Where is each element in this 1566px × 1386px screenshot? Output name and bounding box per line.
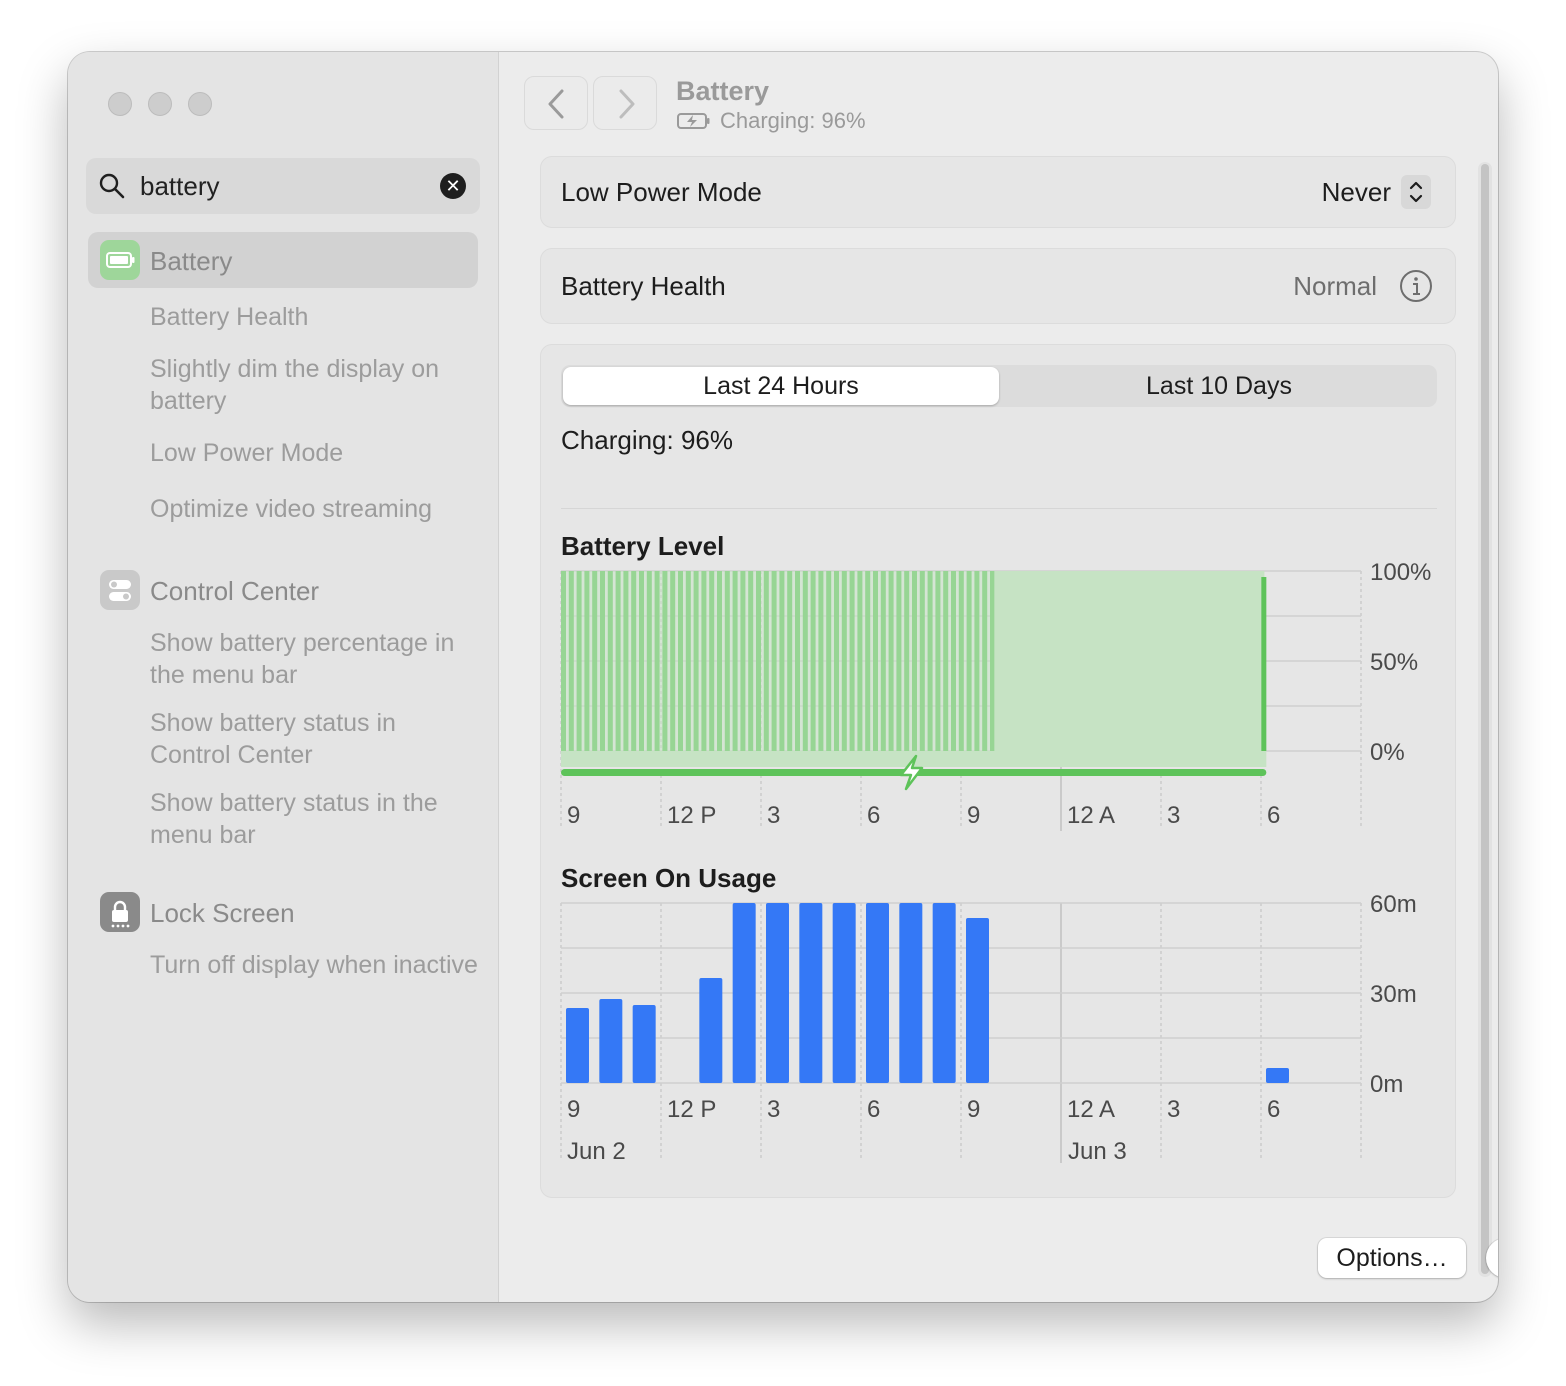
x-tick-label: 12 A — [1067, 1096, 1115, 1123]
lock-screen-icon — [100, 892, 140, 932]
y-tick-label: 60m — [1370, 891, 1417, 918]
minimize-window-button[interactable] — [148, 92, 172, 116]
battery-level-title: Battery Level — [561, 531, 724, 561]
x-tick-label: 12 P — [667, 1096, 716, 1123]
date-label: Jun 3 — [1068, 1138, 1127, 1165]
x-tick-label: 9 — [567, 802, 580, 829]
y-tick-label: 0m — [1370, 1071, 1403, 1098]
sidebar-item-battery[interactable] — [88, 232, 478, 288]
screen-usage-y-ticks: 60m 30m 0m — [1370, 891, 1417, 1098]
usage-bar — [632, 1005, 656, 1083]
forward-button[interactable] — [593, 76, 657, 130]
scroll-thumb[interactable] — [1481, 164, 1489, 1274]
charging-battery-icon — [677, 112, 711, 135]
sidebar-subitem-status-menu-bar[interactable]: Show battery status in the menu bar — [150, 787, 480, 851]
search-icon — [98, 172, 126, 205]
chevron-left-icon — [548, 89, 564, 119]
battery-health-value: Normal — [1293, 271, 1377, 301]
search-input[interactable]: battery — [140, 171, 220, 202]
x-tick-label: 6 — [867, 1096, 880, 1123]
close-window-button[interactable] — [108, 92, 132, 116]
chevron-right-icon — [619, 89, 635, 119]
usage-bar — [932, 903, 956, 1083]
info-icon[interactable] — [1399, 269, 1433, 308]
scrollbar[interactable] — [1478, 162, 1492, 1277]
battery-level-area — [994, 571, 1265, 751]
sidebar-subitem-low-power[interactable]: Low Power Mode — [150, 437, 480, 469]
settings-window: battery ✕ Battery Battery Health Slightl… — [68, 52, 1498, 1302]
x-tick-label: 9 — [567, 1096, 580, 1123]
page-title: Battery — [676, 76, 770, 106]
battery-icon — [100, 240, 140, 280]
chevron-up-down-icon — [1401, 175, 1431, 209]
x-tick-label: 6 — [1267, 802, 1280, 829]
sidebar: battery ✕ Battery Battery Health Slightl… — [68, 52, 499, 1302]
usage-bar — [566, 1008, 589, 1083]
sidebar-subitem-battery-health[interactable]: Battery Health — [150, 301, 480, 333]
battery-health-row: Battery Health Normal — [540, 248, 1456, 324]
x-tick-label: 3 — [767, 1096, 780, 1123]
x-tick-label: 9 — [967, 802, 980, 829]
x-tick-label: 12 P — [667, 802, 716, 829]
low-power-label: Low Power Mode — [561, 177, 762, 207]
x-tick-label: 9 — [967, 1096, 980, 1123]
x-tick-label: 6 — [1267, 1096, 1280, 1123]
usage-bar — [699, 978, 723, 1083]
usage-bar — [799, 903, 823, 1083]
sidebar-subitem-video-streaming[interactable]: Optimize video streaming — [150, 493, 480, 525]
usage-bar — [732, 903, 756, 1083]
low-power-row: Low Power Mode Never — [540, 156, 1456, 228]
page-subtitle: Charging: 96% — [720, 108, 866, 133]
sidebar-item-label: Battery — [150, 246, 233, 276]
date-label: Jun 2 — [567, 1138, 626, 1165]
sidebar-subitem-status-control-center[interactable]: Show battery status in Control Center — [150, 707, 480, 771]
battery-charts: Battery Level 100% 50% 0% 9 12 P 3 6 9 12 A 3 6 S… — [560, 531, 1431, 1165]
screen-usage-date-labels: Jun 2 Jun 3 — [567, 1138, 1127, 1165]
sidebar-subitem-battery-percentage[interactable]: Show battery percentage in the menu bar — [150, 627, 480, 691]
back-button[interactable] — [524, 76, 588, 130]
usage-bar — [966, 918, 989, 1083]
usage-bar — [599, 999, 623, 1083]
sidebar-subitem-turn-off-display[interactable]: Turn off display when inactive — [150, 949, 480, 981]
y-tick-label: 50% — [1370, 649, 1418, 676]
x-tick-label: 3 — [1167, 802, 1180, 829]
screen-usage-x-ticks: 9 12 P 3 6 9 12 A 3 6 — [567, 1096, 1280, 1123]
sidebar-subitem-dim-display[interactable]: Slightly dim the display on battery — [150, 353, 480, 417]
battery-health-label: Battery Health — [561, 271, 726, 301]
control-center-icon — [100, 570, 140, 610]
y-tick-label: 30m — [1370, 981, 1417, 1008]
screen-usage-grid — [560, 902, 1362, 1163]
low-power-value: Never — [1321, 177, 1391, 207]
zoom-window-button[interactable] — [188, 92, 212, 116]
x-tick-label: 3 — [767, 802, 780, 829]
usage-bar — [832, 903, 856, 1083]
battery-level-x-ticks: 9 12 P 3 6 9 12 A 3 6 — [567, 802, 1280, 829]
usage-bar — [766, 903, 789, 1083]
x-tick-label: 6 — [867, 802, 880, 829]
sidebar-item-control-center[interactable]: Control Center — [150, 576, 319, 607]
screen-usage-title: Screen On Usage — [561, 863, 776, 893]
y-tick-label: 0% — [1370, 739, 1405, 766]
battery-level-latest-bar — [1261, 577, 1267, 751]
usage-bar — [899, 903, 923, 1083]
search-field[interactable]: battery ✕ — [86, 158, 480, 214]
options-button[interactable]: Options… — [1318, 1238, 1466, 1278]
usage-bar — [866, 903, 889, 1083]
x-tick-label: 12 A — [1067, 802, 1115, 829]
battery-level-y-ticks: 100% 50% 0% — [1370, 559, 1431, 766]
xmark-circle-icon[interactable]: ✕ — [440, 173, 466, 199]
y-tick-label: 100% — [1370, 559, 1431, 586]
battery-level-bars — [561, 571, 1267, 791]
x-tick-label: 3 — [1167, 1096, 1180, 1123]
main-pane: Battery Charging: 96% Low Power Mode Nev… — [499, 52, 1498, 1302]
usage-history-card: Last 24 Hours Last 10 Days Charging: 96%… — [540, 344, 1456, 1198]
sidebar-item-lock-screen[interactable]: Lock Screen — [150, 898, 295, 929]
usage-bar — [1266, 1068, 1289, 1083]
